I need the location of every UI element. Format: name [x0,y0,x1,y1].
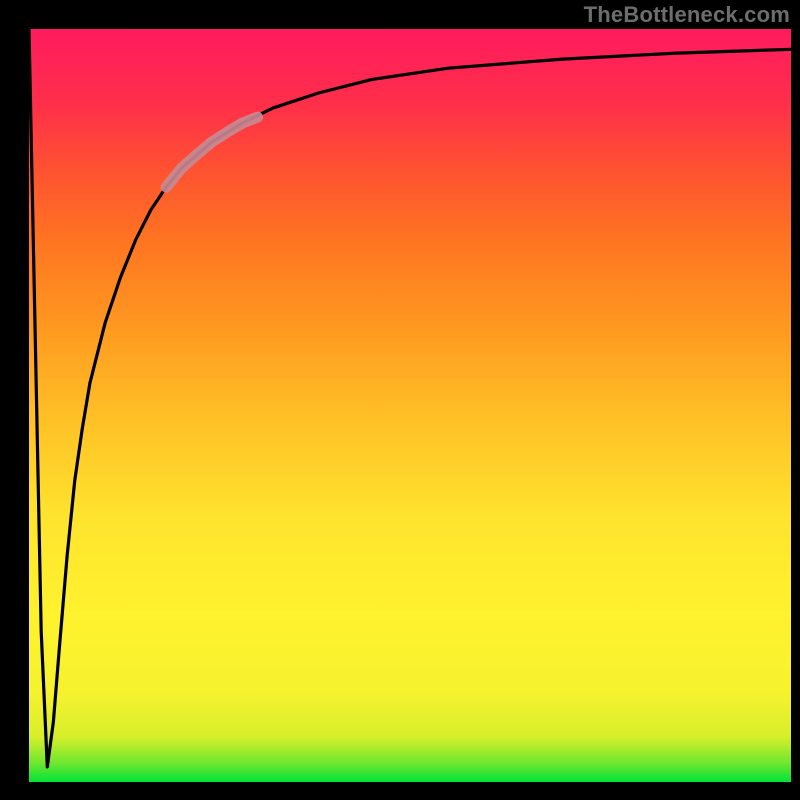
curve-layer [29,29,791,782]
highlight-segment [166,117,257,187]
watermark-text: TheBottleneck.com [584,2,790,28]
chart-frame: TheBottleneck.com [0,0,800,800]
bottleneck-curve [29,29,791,767]
plot-area [29,29,791,782]
